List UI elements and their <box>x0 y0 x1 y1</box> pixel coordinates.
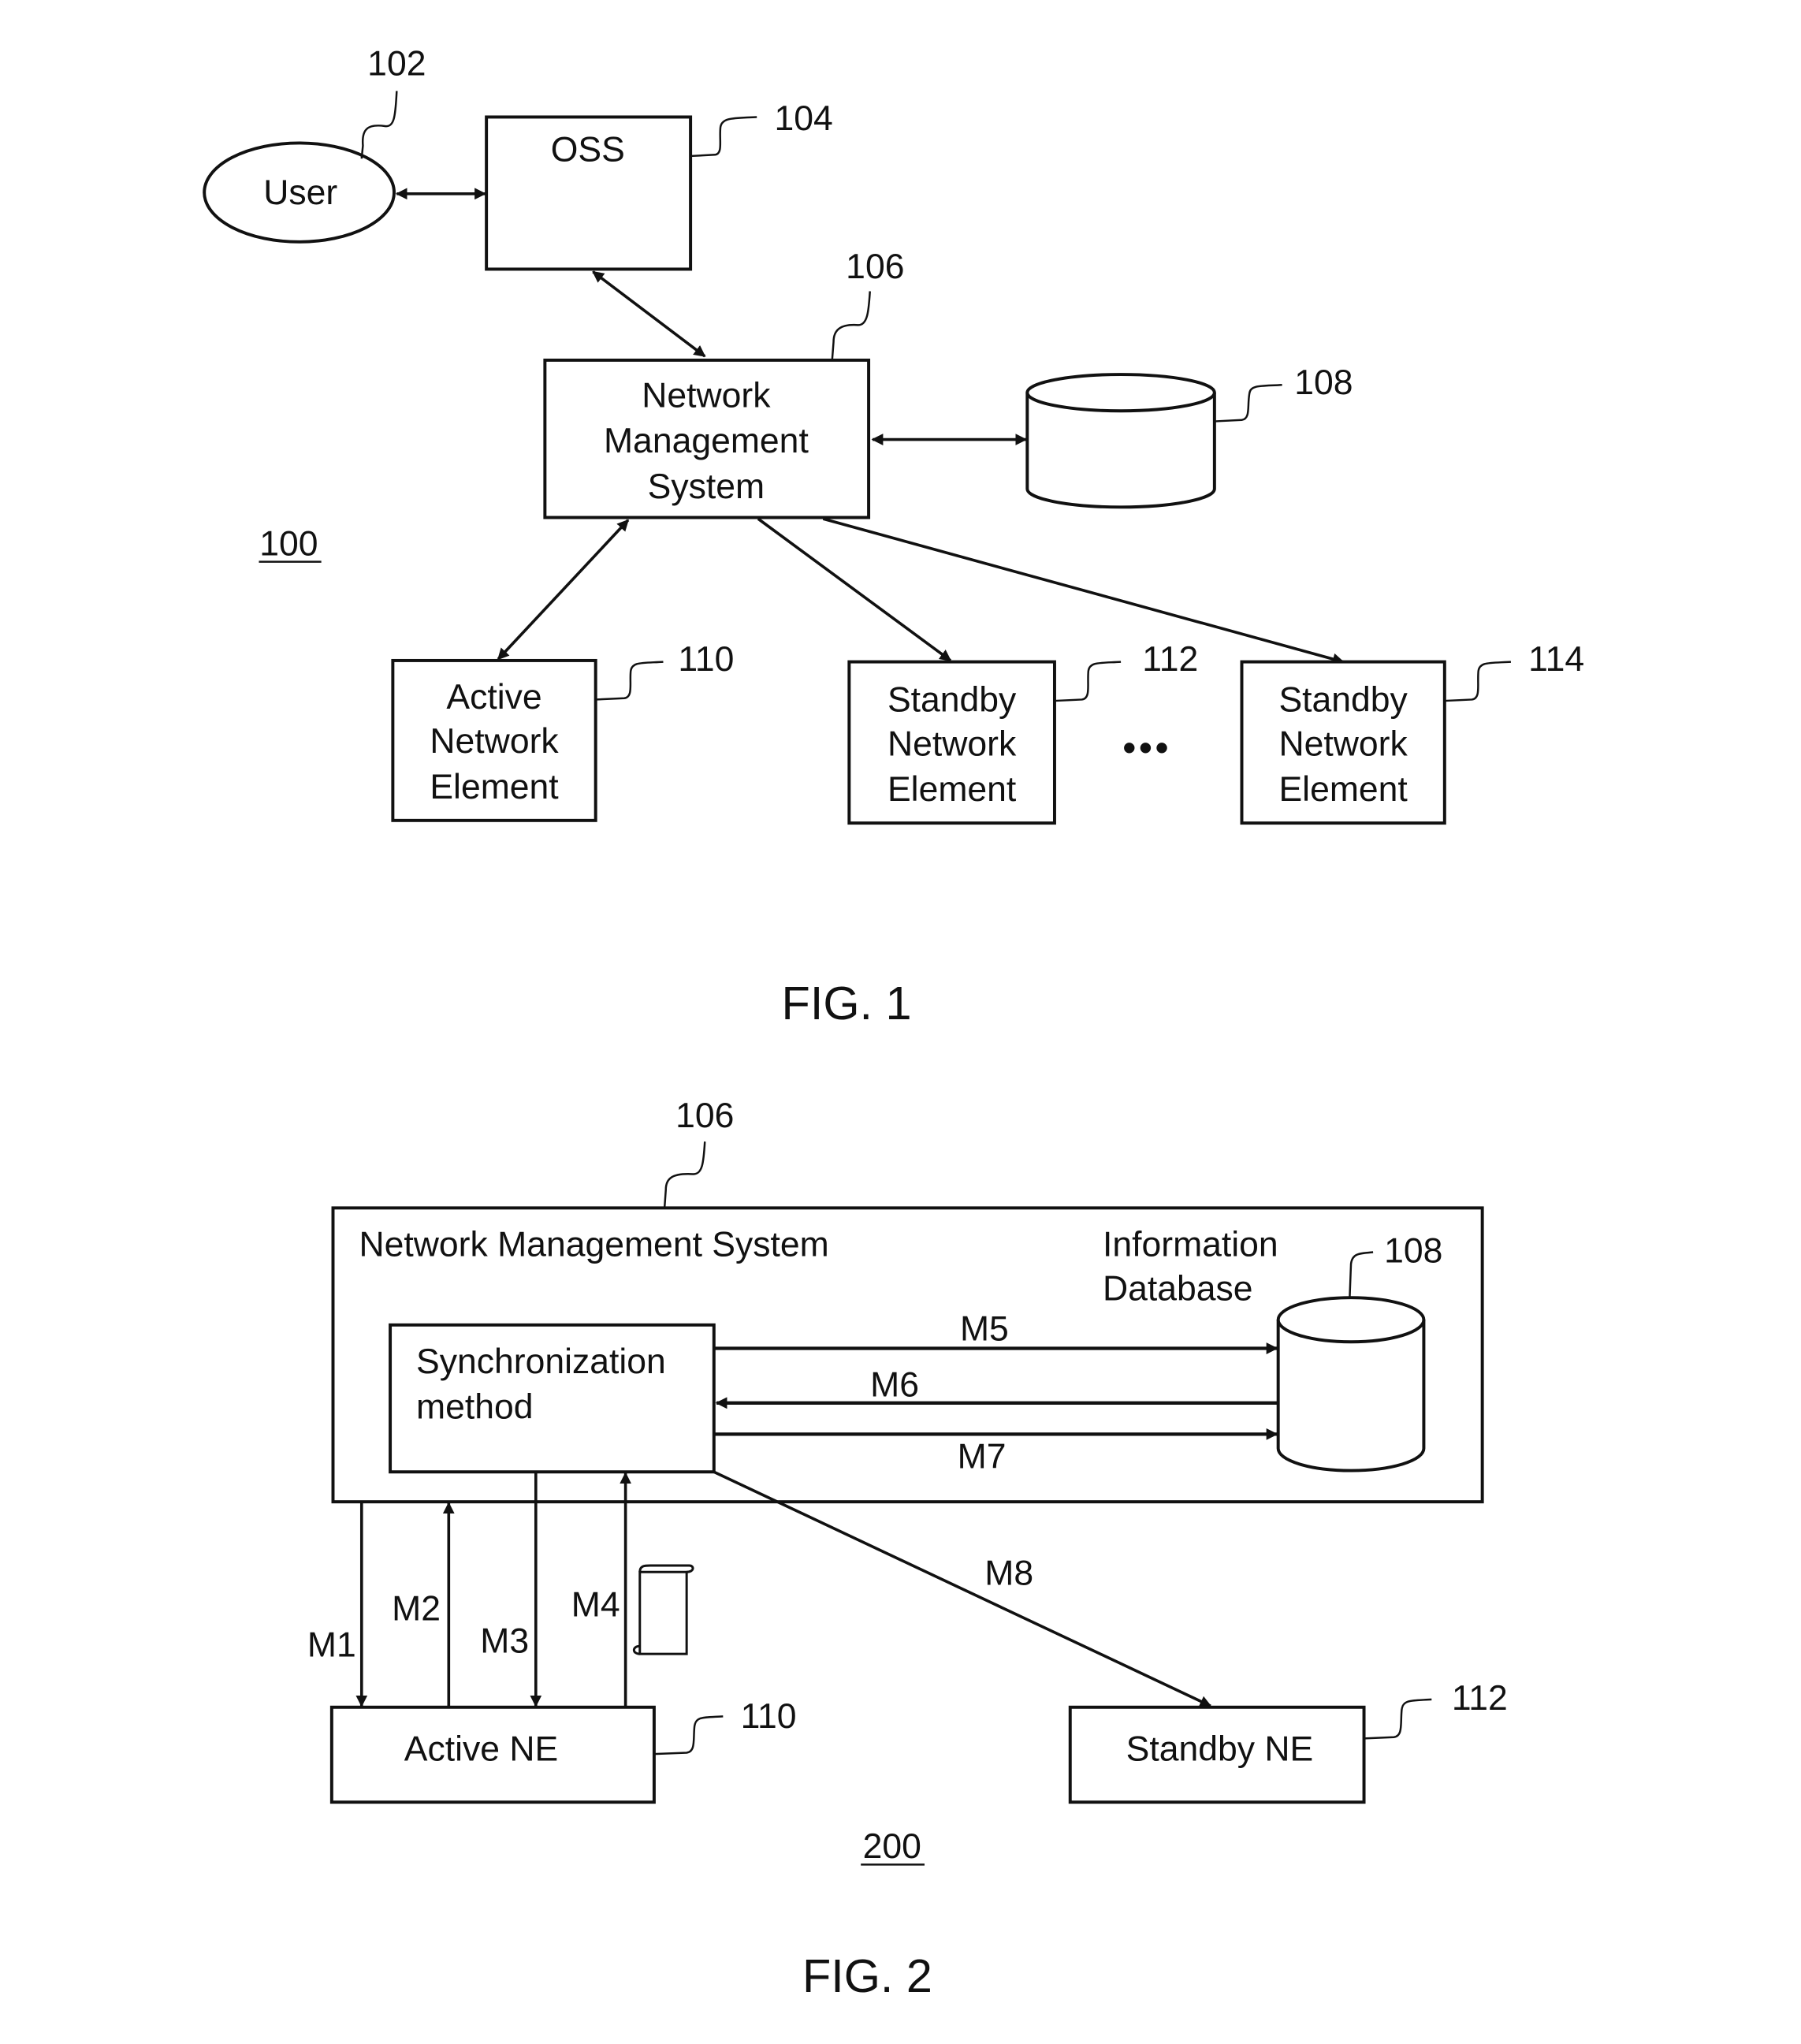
ref-102: 102 <box>367 45 426 84</box>
ref-114: 114 <box>1528 640 1584 679</box>
label-m7: M7 <box>958 1437 1007 1476</box>
label-m1: M1 <box>307 1625 356 1664</box>
fig2-active-ne-label: Active NE <box>404 1729 558 1768</box>
leader-106 <box>831 291 871 359</box>
fig2-leader-112 <box>1364 1698 1432 1740</box>
patent-drawing: User 102 OSS 104 Network Management Syst… <box>203 45 1584 2002</box>
fig2-leader-110 <box>653 1715 724 1755</box>
label-m8: M8 <box>984 1554 1033 1593</box>
standby-network-element-114: Standby Network Element <box>1240 660 1446 825</box>
info-db-line-2: Database <box>1103 1269 1253 1308</box>
nms-node: Network Management System <box>543 358 871 519</box>
figure-2: 106 Network Management System Informatio… <box>307 1096 1508 2002</box>
ref-106: 106 <box>846 248 904 286</box>
leader-112 <box>1054 661 1122 702</box>
information-database-cylinder <box>1276 1296 1426 1472</box>
arrow-oss-nms <box>592 270 706 358</box>
nms-container-label: Network Management System <box>359 1225 828 1264</box>
arrow-nms-active-ne <box>497 519 630 661</box>
sync-line-1: Synchronization <box>416 1342 666 1381</box>
nms-line-3: System <box>648 467 765 506</box>
standby-114-line-3: Element <box>1278 770 1408 809</box>
active-ne-line-1: Active <box>446 678 541 717</box>
ref-112: 112 <box>1142 640 1198 679</box>
fig2-active-ne: Active NE <box>329 1705 656 1804</box>
user-label: User <box>263 173 337 212</box>
nms-line-1: Network <box>642 376 771 415</box>
system-ref-100: 100 <box>259 524 318 563</box>
leader-110 <box>595 661 664 701</box>
synchronization-method-box: Synchronization method <box>389 1323 716 1474</box>
fig1-caption: FIG. 1 <box>782 977 912 1029</box>
ref-110: 110 <box>678 640 734 679</box>
fig2-caption: FIG. 2 <box>802 1949 932 2002</box>
arrow-m8 <box>713 1470 1212 1707</box>
standby-network-element-112: Standby Network Element <box>847 660 1056 825</box>
active-network-element: Active Network Element <box>391 658 597 822</box>
leader-104 <box>690 116 757 158</box>
ref-108: 108 <box>1294 363 1353 402</box>
standby-112-line-2: Network <box>887 724 1017 763</box>
leader-114 <box>1444 661 1512 702</box>
standby-112-line-3: Element <box>887 770 1017 809</box>
standby-114-line-1: Standby <box>1278 680 1408 719</box>
database-cylinder <box>1025 373 1216 509</box>
standby-114-line-2: Network <box>1279 724 1408 763</box>
system-ref-200: 200 <box>863 1827 921 1866</box>
oss-label: OSS <box>551 131 625 169</box>
fig2-ref-110: 110 <box>741 1697 797 1736</box>
leader-108 <box>1215 384 1282 423</box>
fig2-ref-108: 108 <box>1384 1232 1442 1271</box>
nms-line-2: Management <box>604 422 809 460</box>
fig2-ref-112: 112 <box>1452 1679 1508 1718</box>
arrow-nms-standby-114 <box>822 517 1345 665</box>
label-m6: M6 <box>870 1366 919 1405</box>
document-scroll-icon <box>632 1564 694 1655</box>
info-db-line-1: Information <box>1103 1225 1278 1264</box>
fig2-ref-106: 106 <box>675 1096 734 1135</box>
ellipsis-dots: ••• <box>1122 726 1171 769</box>
leader-102 <box>360 91 398 159</box>
label-m4: M4 <box>571 1585 620 1624</box>
fig2-leader-106 <box>663 1141 706 1208</box>
fig2-standby-ne: Standby NE <box>1068 1705 1366 1804</box>
fig2-standby-ne-label: Standby NE <box>1126 1729 1314 1768</box>
sync-line-2: method <box>416 1388 533 1427</box>
label-m2: M2 <box>392 1589 441 1628</box>
figure-1: User 102 OSS 104 Network Management Syst… <box>203 45 1584 1029</box>
user-node: User <box>203 141 396 244</box>
active-ne-line-2: Network <box>430 722 559 761</box>
label-m3: M3 <box>480 1622 529 1661</box>
ref-104: 104 <box>774 99 832 138</box>
standby-112-line-1: Standby <box>887 680 1017 719</box>
label-m5: M5 <box>960 1310 1009 1349</box>
oss-node: OSS <box>485 115 693 271</box>
active-ne-line-3: Element <box>430 768 559 806</box>
arrow-nms-standby-112 <box>757 517 952 662</box>
